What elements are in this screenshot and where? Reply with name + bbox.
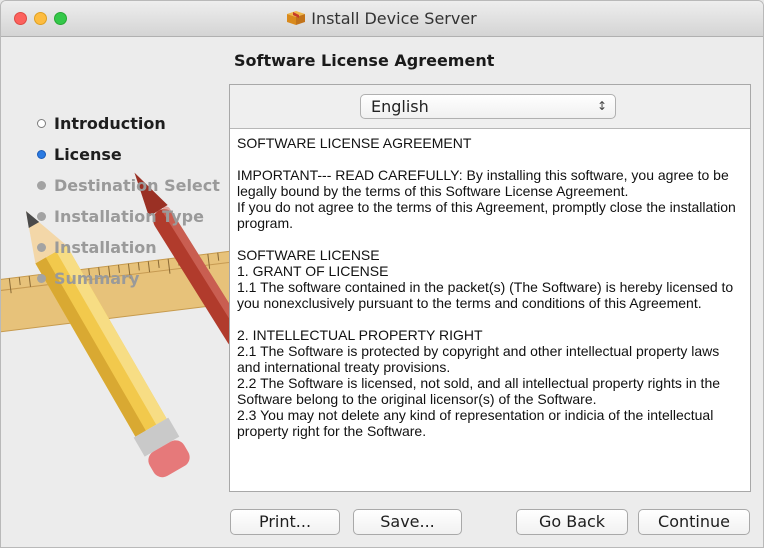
window-title-area: Install Device Server <box>1 1 763 37</box>
step-label: Destination Select <box>54 176 220 195</box>
license-text-area[interactable]: SOFTWARE LICENSE AGREEMENT IMPORTANT--- … <box>230 129 750 491</box>
license-paragraph: 2. INTELLECTUAL PROPERTY RIGHT 2.1 The S… <box>237 327 721 439</box>
license-paragraph: SOFTWARE LICENSE 1. GRANT OF LICENSE 1.1… <box>237 247 734 311</box>
step-installation-type: Installation Type <box>37 202 220 233</box>
step-pending-icon <box>37 274 46 283</box>
package-icon <box>287 11 306 25</box>
section-title: Software License Agreement <box>234 51 495 70</box>
window-title: Install Device Server <box>311 9 477 28</box>
step-done-icon <box>37 119 46 128</box>
up-down-arrows-icon: ↕ <box>596 99 607 113</box>
step-installation: Installation <box>37 233 220 264</box>
title-bar: Install Device Server <box>1 1 763 37</box>
step-pending-icon <box>37 181 46 190</box>
license-panel: English ↕ SOFTWARE LICENSE AGREEMENT IMP… <box>229 84 751 492</box>
save-button[interactable]: Save... <box>353 509 462 535</box>
continue-button[interactable]: Continue <box>638 509 750 535</box>
license-paragraph: SOFTWARE LICENSE AGREEMENT <box>237 135 472 151</box>
installer-steps: Introduction License Destination Select … <box>37 109 220 295</box>
step-pending-icon <box>37 243 46 252</box>
go-back-button[interactable]: Go Back <box>516 509 628 535</box>
license-paragraph: IMPORTANT--- READ CAREFULLY: By installi… <box>237 167 736 231</box>
step-current-icon <box>37 150 46 159</box>
step-label: Installation <box>54 238 157 257</box>
installer-window: Install Device Server Software License A… <box>0 0 764 548</box>
step-label: Introduction <box>54 114 166 133</box>
step-label: Installation Type <box>54 207 204 226</box>
step-pending-icon <box>37 212 46 221</box>
language-selected-value: English <box>371 97 429 116</box>
language-bar: English ↕ <box>230 85 750 129</box>
step-label: License <box>54 145 122 164</box>
step-label: Summary <box>54 269 140 288</box>
step-introduction: Introduction <box>37 109 220 140</box>
print-button[interactable]: Print... <box>230 509 340 535</box>
step-license: License <box>37 140 220 171</box>
language-select[interactable]: English ↕ <box>360 94 616 119</box>
step-destination-select: Destination Select <box>37 171 220 202</box>
step-summary: Summary <box>37 264 220 295</box>
